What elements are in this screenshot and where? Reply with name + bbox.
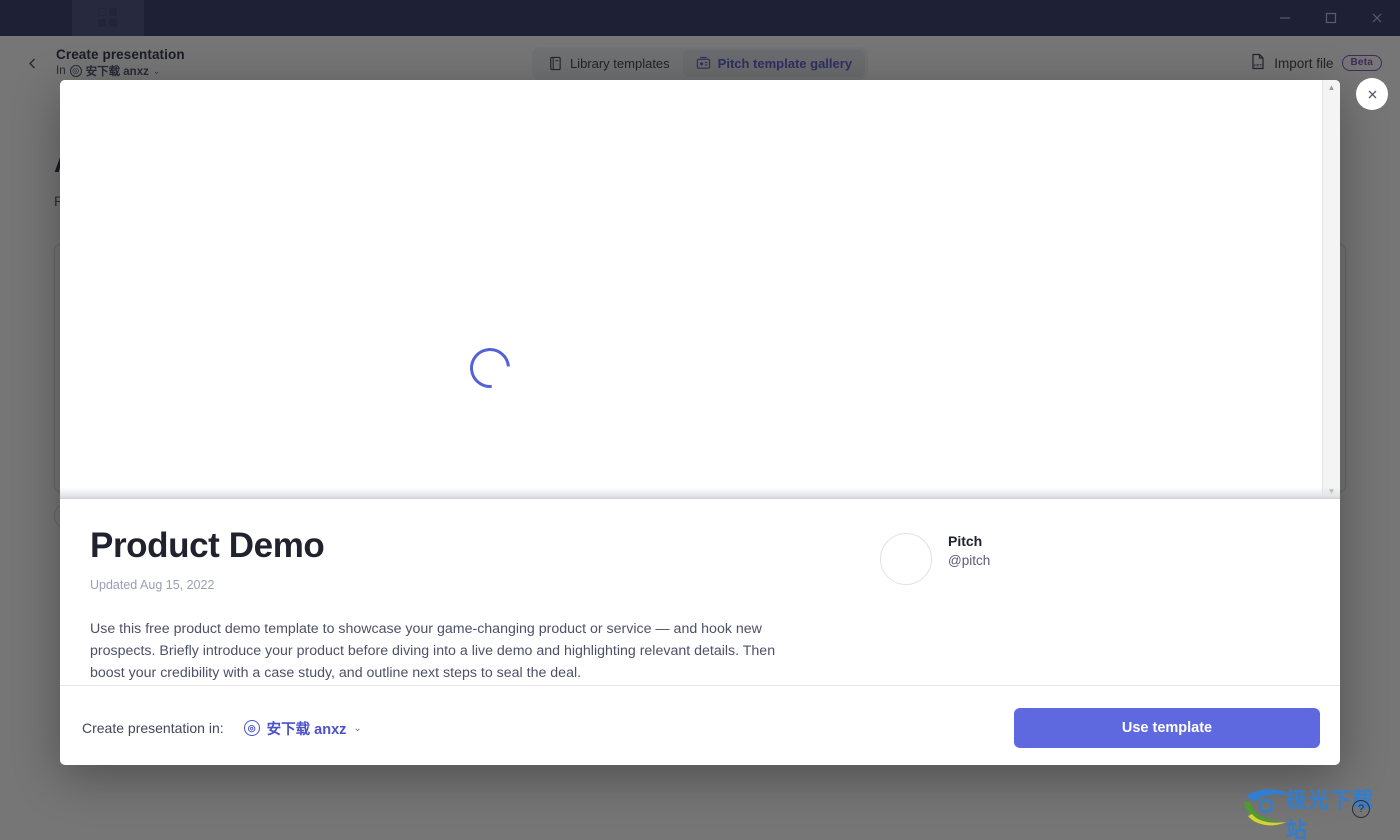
user-circle-icon: ◎ bbox=[243, 720, 260, 737]
author-name: Pitch bbox=[948, 533, 983, 549]
author-avatar-icon bbox=[880, 533, 932, 585]
preview-scrollbar[interactable]: ▲ ▼ bbox=[1322, 80, 1340, 499]
author-info: Pitch @pitch bbox=[948, 533, 990, 568]
template-preview-area: ▲ ▼ bbox=[60, 80, 1340, 499]
close-modal-button[interactable] bbox=[1356, 78, 1388, 110]
template-author[interactable]: Pitch @pitch bbox=[880, 527, 990, 685]
template-title: Product Demo bbox=[90, 526, 325, 565]
author-handle: @pitch bbox=[948, 553, 991, 568]
create-presentation-in-label: Create presentation in: bbox=[82, 720, 224, 737]
modal-footer: Create presentation in: ◎ 安下载 anxz ⌄ Use… bbox=[60, 684, 1340, 765]
help-icon[interactable]: ? bbox=[1352, 800, 1370, 818]
template-updated-date: Updated Aug 15, 2022 bbox=[90, 577, 215, 592]
preview-bottom-fade bbox=[60, 487, 1340, 499]
scroll-up-arrow-icon[interactable]: ▲ bbox=[1328, 80, 1336, 95]
template-description: Use this free product demo template to s… bbox=[90, 620, 776, 682]
template-preview-modal: ▲ ▼ Product Demo Updated Aug 15, 2022 Us… bbox=[60, 80, 1340, 765]
preview-canvas bbox=[60, 80, 1322, 499]
workspace-selector[interactable]: ◎ 安下载 anxz ⌄ bbox=[243, 718, 362, 739]
workspace-selector-label: 安下载 anxz bbox=[266, 721, 347, 738]
loading-spinner-icon bbox=[461, 339, 519, 397]
template-details-main: Product Demo Updated Aug 15, 2022 Use th… bbox=[90, 526, 830, 685]
template-details: Product Demo Updated Aug 15, 2022 Use th… bbox=[60, 499, 1340, 685]
use-template-button[interactable]: Use template bbox=[1014, 708, 1320, 749]
screen: Create presentation In ◎ 安下载 anxz ⌄ Libr… bbox=[0, 0, 1400, 840]
chevron-down-icon: ⌄ bbox=[353, 722, 362, 734]
